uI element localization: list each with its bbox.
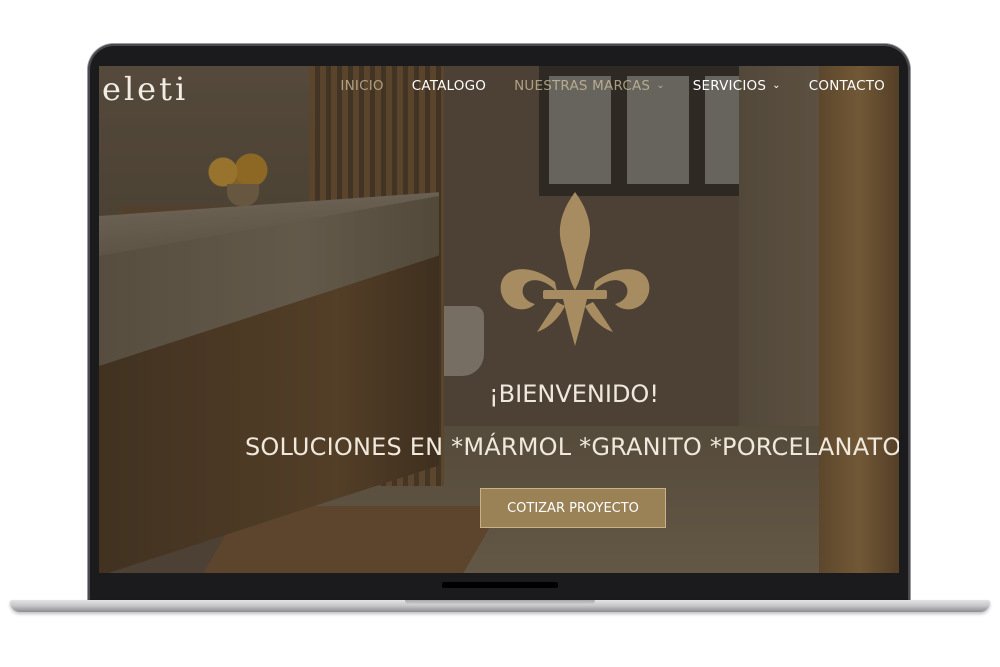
nav-item-servicios[interactable]: SERVICIOS ⌄ [693, 78, 781, 94]
hero-tagline: SOLUCIONES EN *MÁRMOL *GRANITO *PORCELAN… [245, 433, 899, 461]
nav-item-label: SERVICIOS [692, 78, 767, 94]
cotizar-proyecto-button[interactable]: COTIZAR PROYECTO [480, 488, 666, 528]
hero-welcome-heading: ¡BIENVENIDO! [489, 380, 659, 408]
nav-item-label: CATALOGO [411, 78, 487, 94]
main-nav: INICIO CATALOGO NUESTRAS MARCAS ⌄ SERVIC… [340, 78, 885, 94]
chevron-down-icon: ⌄ [772, 80, 781, 91]
brand-logo[interactable]: eleti [102, 70, 188, 108]
fleur-de-lis-icon [500, 192, 650, 346]
laptop-base-groove [405, 600, 595, 605]
nav-item-catalogo[interactable]: CATALOGO [412, 78, 486, 94]
nav-item-nuestras-marcas[interactable]: NUESTRAS MARCAS ⌄ [514, 78, 665, 94]
laptop-notch [442, 582, 558, 588]
nav-item-inicio[interactable]: INICIO [340, 78, 383, 94]
nav-item-label: CONTACTO [808, 78, 885, 94]
nav-item-contacto[interactable]: CONTACTO [809, 78, 885, 94]
nav-item-label: INICIO [340, 78, 384, 94]
chevron-down-icon: ⌄ [656, 80, 665, 91]
website-screen: eleti INICIO CATALOGO NUESTRAS MARCAS ⌄ … [99, 66, 899, 573]
nav-item-label: NUESTRAS MARCAS [514, 78, 651, 94]
